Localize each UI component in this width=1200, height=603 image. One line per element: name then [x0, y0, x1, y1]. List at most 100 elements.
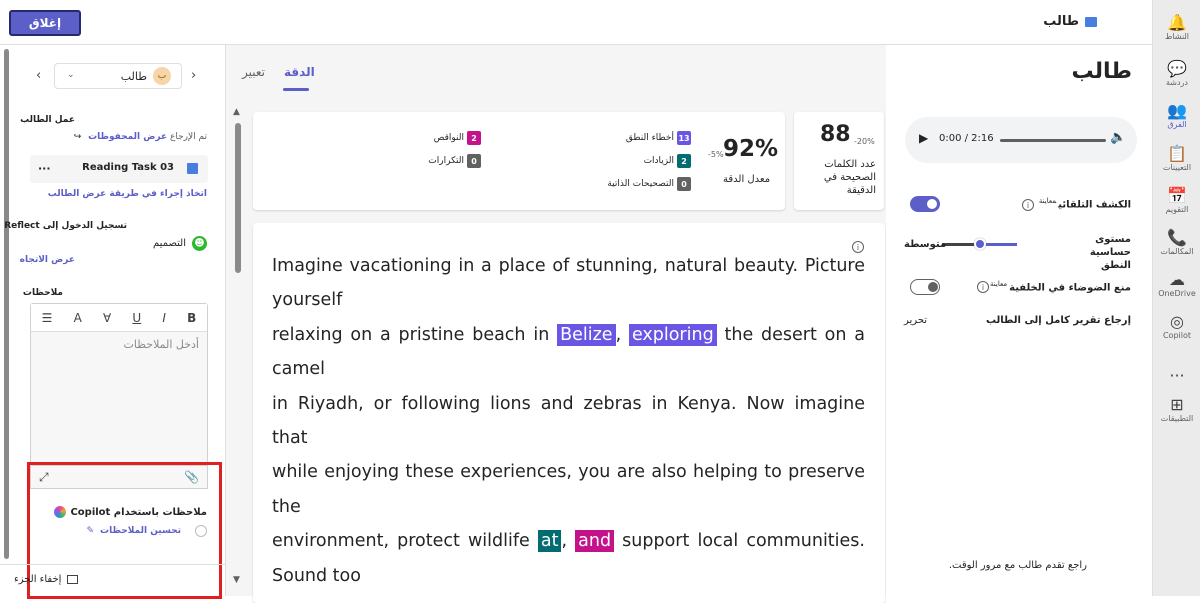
center-scrollbar[interactable]	[235, 123, 241, 273]
audio-player[interactable]: ▶ 0:00 / 2:16 🔈	[905, 117, 1137, 163]
top-bar: إغلاق طالب	[0, 0, 1152, 45]
hide-pane-button[interactable]: إخفاء الجزء	[14, 574, 79, 585]
passage-line: Sound too	[272, 559, 865, 593]
rail-label: التطبيقات	[1160, 413, 1194, 423]
pronunciation-count: 13	[677, 131, 691, 145]
view-trend-link[interactable]: عرض الاتجاه	[20, 255, 75, 265]
passage-line: yourself	[272, 283, 865, 317]
rail-label: المكالمات	[1160, 246, 1194, 256]
rail-item-apps[interactable]: ⊞ التطبيقات	[1153, 386, 1200, 432]
chevron-left-icon[interactable]: ‹	[36, 68, 41, 83]
student-select[interactable]: ⌄ طالب ب	[54, 63, 182, 89]
slider-thumb[interactable]	[974, 238, 986, 250]
bold-icon[interactable]: B	[187, 311, 196, 325]
selfcorrections-label: التصحيحات الذاتية	[607, 179, 674, 189]
noise-label: منع الضوضاء في الخلفية	[1009, 282, 1131, 294]
italic-icon[interactable]: I	[162, 311, 166, 325]
left-pane-scrollbar[interactable]	[4, 49, 9, 559]
rail-item-calendar[interactable]: 📅 التقويم	[1153, 177, 1200, 223]
reading-passage: Imagine vacationing in a place of stunni…	[272, 249, 865, 593]
font-color-icon[interactable]: A	[74, 311, 82, 325]
student-avatar: ب	[153, 67, 171, 85]
passage-text: in Riyadh, or following lions and zebras…	[272, 393, 865, 414]
rail-item-cloud[interactable]: ☁ OneDrive	[1153, 261, 1200, 307]
book-icon	[1085, 16, 1097, 27]
omitted-word[interactable]: and	[575, 530, 615, 553]
rail-item-chat[interactable]: 💬 دردشة	[1153, 50, 1200, 96]
noise-toggle[interactable]	[910, 279, 940, 295]
error-row-omissions: 2 النواقص	[434, 131, 481, 145]
omissions-count: 2	[467, 131, 481, 145]
info-icon[interactable]: i	[977, 281, 989, 293]
center-panel: تعبير الدقة ▲ ▼ 92% -5% معدل الدقة 13 أخ…	[226, 45, 886, 603]
app-title-text: طالب	[1043, 14, 1079, 29]
passage-text: support local communities.	[614, 531, 865, 552]
notes-toolbar: ☰ A ∀ U I B	[31, 304, 207, 332]
notes-input[interactable]: أدخل الملاحظات	[124, 338, 199, 351]
chat-icon: 💬	[1167, 58, 1187, 78]
accuracy-value: 92%	[723, 136, 779, 162]
returned-text: تم الإرجاع	[169, 132, 207, 142]
sensitivity-slider[interactable]	[942, 238, 1017, 250]
underline-icon[interactable]: U	[132, 311, 141, 325]
rail-item-teams[interactable]: 👥 الفرق	[1153, 92, 1200, 138]
passage-text: ,	[615, 324, 629, 345]
passage-text: Sound too	[272, 565, 361, 586]
rail-label: التعيينات	[1162, 162, 1192, 172]
rail-item-phone[interactable]: 📞 المكالمات	[1153, 219, 1200, 265]
list-icon[interactable]: ☰	[42, 311, 53, 325]
passage-line: camel	[272, 352, 865, 386]
preview-tag: معاينة	[1038, 197, 1057, 205]
mispronounced-word[interactable]: exploring	[628, 323, 717, 346]
selfcorrections-count: 0	[677, 177, 691, 191]
auto-detect-label: الكشف التلقائي	[1058, 199, 1131, 211]
rail-item-assignments[interactable]: 📋 التعيينات	[1153, 135, 1200, 181]
scroll-down-icon[interactable]: ▼	[233, 575, 240, 585]
returned-row: تم الإرجاع عرض المحفوظات ↪	[74, 132, 207, 142]
repetitions-count: 0	[467, 154, 481, 168]
audio-time: 0:00 / 2:16	[939, 133, 994, 144]
page-title: طالب	[1071, 59, 1132, 84]
additions-count: 2	[677, 154, 691, 168]
view-saved-link[interactable]: عرض المحفوظات	[88, 132, 167, 142]
tab-accuracy[interactable]: الدقة	[284, 65, 315, 79]
apps-icon: ⊞	[1170, 394, 1184, 414]
highlight-icon[interactable]: ∀	[103, 311, 111, 325]
app-rail: 🔔 النشاط 💬 دردشة 👥 الفرق 📋 التعيينات 📅 التقويم 📞 ال…	[1152, 0, 1200, 596]
return-report-label: إرجاع تقرير كامل إلى الطالب	[985, 315, 1131, 326]
audio-progress-track[interactable]	[1000, 139, 1106, 142]
edit-link[interactable]: تحرير	[904, 315, 927, 326]
error-row-pronunciation: 13 أخطاء النطق	[626, 131, 691, 145]
task-card[interactable]: ··· Reading Task 03	[30, 155, 208, 183]
tab-expression[interactable]: تعبير	[242, 65, 265, 79]
take-action-link[interactable]: اتخاذ إجراء في طريقة عرض الطالب	[48, 189, 207, 199]
mispronounced-word[interactable]: Belize	[557, 323, 616, 346]
play-icon[interactable]: ▶	[919, 131, 928, 145]
passage-line: the	[272, 490, 865, 524]
auto-detect-toggle[interactable]	[910, 196, 940, 212]
book-icon	[187, 163, 198, 174]
copilot-icon: ◎	[1170, 311, 1184, 331]
passage-line: while enjoying these experiences, you ar…	[272, 455, 865, 489]
scroll-up-icon[interactable]: ▲	[233, 107, 240, 117]
chevron-right-icon[interactable]: ›	[191, 68, 196, 83]
passage-text: environment, protect wildlife	[272, 531, 538, 552]
rail-item-copilot[interactable]: ◎ Copilot	[1153, 303, 1200, 349]
info-icon[interactable]: i	[1022, 199, 1034, 211]
hide-pane-label: إخفاء الجزء	[14, 574, 62, 585]
volume-icon[interactable]: 🔈	[1110, 130, 1126, 145]
hide-pane-bar: إخفاء الجزء	[0, 564, 226, 596]
rail-item-bell[interactable]: 🔔 النشاط	[1153, 4, 1200, 50]
repetitions-label: التكرارات	[428, 156, 464, 166]
rail-label: الفرق	[1167, 119, 1187, 129]
assignments-icon: 📋	[1167, 143, 1187, 163]
more-icon: ···	[1169, 366, 1185, 385]
additions-label: الزيادات	[643, 156, 674, 166]
task-name: Reading Task 03	[82, 162, 174, 173]
accuracy-card: 92% -5% معدل الدقة 13 أخطاء النطق 2 الزي…	[253, 112, 785, 210]
close-button[interactable]: إغلاق	[9, 10, 81, 36]
more-options-icon[interactable]: ···	[38, 162, 51, 175]
inserted-word[interactable]: at	[537, 530, 562, 553]
accuracy-delta: -5%	[708, 150, 724, 159]
sensitivity-label: مستوى حساسية النطق	[1089, 234, 1131, 271]
